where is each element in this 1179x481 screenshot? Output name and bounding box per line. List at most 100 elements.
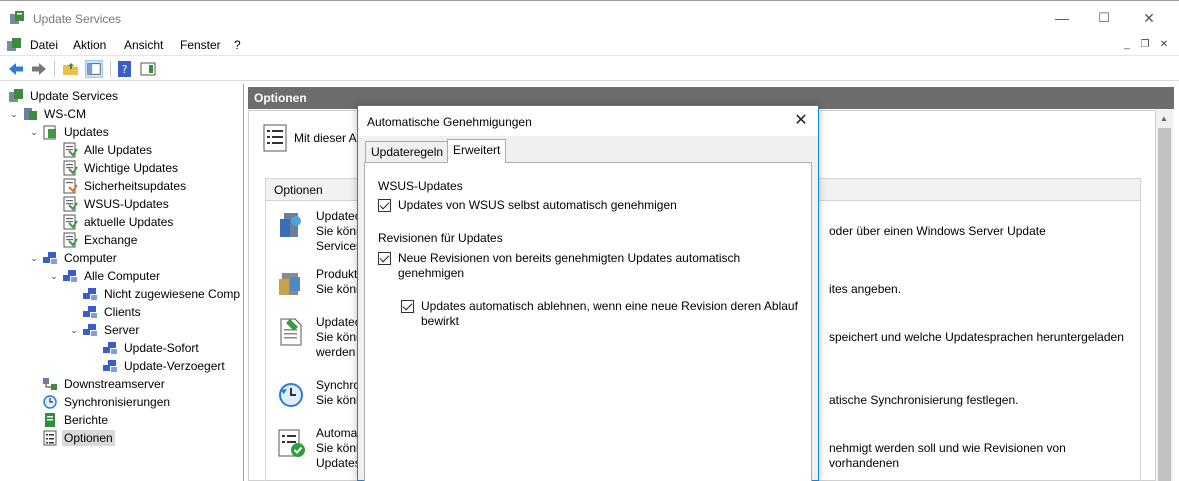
dialog-close-button[interactable]: ✕ bbox=[790, 110, 812, 132]
security-update-icon bbox=[63, 178, 78, 194]
tree-item-ws-cm[interactable]: ⌄ WS-CM bbox=[8, 105, 88, 123]
tree-item-label: aktuelle Updates bbox=[84, 215, 174, 229]
help-icon[interactable]: ? bbox=[116, 60, 134, 78]
tab-updateregeln[interactable]: Updateregeln bbox=[365, 141, 450, 162]
checkbox-label: Neue Revisionen von bereits genehmigten … bbox=[398, 251, 741, 280]
menu-datei[interactable]: Datei bbox=[30, 38, 58, 52]
toolbar-separator bbox=[110, 61, 111, 77]
tree-item-label: Computer bbox=[64, 251, 117, 265]
expand-chevron-icon[interactable]: ⌄ bbox=[68, 324, 80, 336]
tree-item-nicht-zugewiesene-comp[interactable]: Nicht zugewiesene Comp bbox=[82, 285, 242, 303]
up-folder-icon[interactable] bbox=[62, 60, 80, 78]
menu-ansicht[interactable]: Ansicht bbox=[124, 38, 163, 52]
tree-item-berichte[interactable]: Berichte bbox=[42, 411, 110, 429]
tree-item-aktuelle-updates[interactable]: aktuelle Updates bbox=[62, 213, 175, 231]
child-minimize-button[interactable]: _ bbox=[1120, 38, 1134, 52]
menu-bar: Datei Aktion Ansicht Fenster ? _ ❐ ✕ bbox=[0, 34, 1179, 56]
computers-icon bbox=[103, 342, 117, 354]
approve-new-revisions-checkbox[interactable] bbox=[378, 252, 391, 265]
expand-chevron-icon[interactable]: ⌄ bbox=[28, 252, 40, 264]
tree-item-label: Optionen bbox=[62, 430, 115, 446]
show-console-tree-icon[interactable] bbox=[85, 60, 103, 78]
tree-item-label: Sicherheitsupdates bbox=[84, 179, 187, 193]
tree-item-label: Updates bbox=[64, 125, 109, 139]
tree-item-wichtige-updates[interactable]: Wichtige Updates bbox=[62, 159, 180, 177]
child-close-button[interactable]: ✕ bbox=[1157, 38, 1171, 52]
tree-item-optionen[interactable]: Optionen bbox=[42, 429, 115, 447]
tree-item-label: Update-Verzoegert bbox=[124, 359, 225, 373]
checkbox-label: Updates automatisch ablehnen, wenn eine … bbox=[421, 299, 798, 328]
option-title: Updatec bbox=[316, 315, 361, 329]
window-title: Update Services bbox=[33, 12, 122, 26]
tree-item-label: Alle Computer bbox=[84, 269, 161, 283]
toolbar-separator bbox=[54, 61, 55, 77]
tree-item-sicherheitsupdates[interactable]: Sicherheitsupdates bbox=[62, 177, 188, 195]
tree-item-exchange[interactable]: Exchange bbox=[62, 231, 139, 249]
mmc-icon[interactable] bbox=[6, 37, 22, 53]
title-bar: Update Services — ☐ ✕ bbox=[0, 0, 1179, 34]
automatic-approvals-icon bbox=[278, 429, 305, 457]
menu-fenster[interactable]: Fenster bbox=[180, 38, 221, 52]
option-title: Synchro bbox=[316, 378, 361, 392]
expand-chevron-icon[interactable]: ⌄ bbox=[48, 270, 60, 282]
show-action-pane-icon[interactable] bbox=[139, 60, 157, 78]
maximize-button[interactable]: ☐ bbox=[1081, 1, 1127, 35]
tree-item-updates[interactable]: ⌄ Updates bbox=[28, 123, 111, 141]
tree-item-synchronisierungen[interactable]: Synchronisierungen bbox=[42, 393, 172, 411]
tree-item-server[interactable]: ⌄ Server bbox=[68, 321, 141, 339]
update-list-icon bbox=[63, 160, 78, 176]
child-restore-button[interactable]: ❐ bbox=[1138, 38, 1152, 52]
close-button[interactable]: ✕ bbox=[1126, 1, 1172, 35]
expand-chevron-icon[interactable]: ⌄ bbox=[8, 108, 20, 120]
computers-icon bbox=[83, 288, 97, 300]
console-tree: Update Services ⌄ WS-CM ⌄ Updates Alle Update… bbox=[0, 84, 244, 481]
group-wsus-updates: WSUS-Updates bbox=[378, 179, 463, 193]
tree-item-label: Exchange bbox=[84, 233, 138, 247]
tree-item-downstreamserver[interactable]: Downstreamserver bbox=[42, 375, 167, 393]
option-title: Updatec bbox=[316, 209, 361, 223]
group-revisions: Revisionen für Updates bbox=[378, 231, 503, 245]
tree-item-clients[interactable]: Clients bbox=[82, 303, 143, 321]
minimize-button[interactable]: — bbox=[1039, 1, 1085, 35]
dialog-title: Automatische Genehmigungen bbox=[367, 115, 532, 129]
forward-arrow-icon[interactable] bbox=[30, 60, 48, 78]
checkbox-row-approve-wsus[interactable]: Updates von WSUS selbst automatisch gene… bbox=[378, 198, 677, 213]
tree-item-update-sofort[interactable]: Update-Sofort bbox=[102, 339, 201, 357]
expand-chevron-icon[interactable]: ⌄ bbox=[28, 126, 40, 138]
checkbox-row-decline-expired[interactable]: Updates automatisch ablehnen, wenn eine … bbox=[401, 299, 801, 329]
tree-item-label: Nicht zugewiesene Comp bbox=[104, 287, 241, 301]
menu-aktion[interactable]: Aktion bbox=[73, 38, 106, 52]
scrollbar-thumb[interactable] bbox=[1158, 128, 1171, 481]
decline-expired-updates-checkbox[interactable] bbox=[401, 300, 414, 313]
computers-icon bbox=[83, 306, 97, 318]
computers-icon bbox=[103, 360, 117, 372]
update-list-icon bbox=[63, 214, 78, 230]
updates-icon bbox=[43, 125, 56, 140]
update-list-icon bbox=[63, 232, 78, 248]
tree-item-update-verzoegert[interactable]: Update-Verzoegert bbox=[102, 357, 227, 375]
update-files-icon bbox=[280, 318, 302, 346]
computers-icon bbox=[83, 324, 97, 336]
tree-item-wsus-updates[interactable]: WSUS-Updates bbox=[62, 195, 171, 213]
update-services-icon bbox=[9, 89, 23, 102]
scroll-up-icon[interactable]: ▲ bbox=[1160, 114, 1168, 123]
back-arrow-icon[interactable] bbox=[7, 60, 25, 78]
menu-help[interactable]: ? bbox=[234, 38, 241, 52]
downstream-icon bbox=[43, 378, 57, 390]
server-icon bbox=[24, 108, 37, 120]
tree-item-label: Berichte bbox=[64, 413, 109, 427]
reports-icon bbox=[45, 413, 55, 427]
vertical-scrollbar[interactable]: ▲ bbox=[1156, 110, 1173, 481]
tree-item-computer[interactable]: ⌄ Computer bbox=[28, 249, 119, 267]
checkbox-row-approve-revisions[interactable]: Neue Revisionen von bereits genehmigten … bbox=[378, 251, 758, 281]
tree-item-alle-updates[interactable]: Alle Updates bbox=[62, 141, 154, 159]
checkbox-label: Updates von WSUS selbst automatisch gene… bbox=[398, 198, 677, 212]
dialog-title-bar: Automatische Genehmigungen ✕ bbox=[358, 106, 818, 136]
tree-item-label: Update Services bbox=[30, 89, 119, 103]
tree-item-alle-computer[interactable]: ⌄ Alle Computer bbox=[48, 267, 162, 285]
tree-item-update-services[interactable]: Update Services bbox=[8, 87, 120, 105]
tree-item-label: Synchronisierungen bbox=[64, 395, 171, 409]
update-list-icon bbox=[63, 142, 78, 158]
tab-erweitert[interactable]: Erweitert bbox=[447, 139, 507, 163]
approve-wsus-updates-checkbox[interactable] bbox=[378, 199, 391, 212]
